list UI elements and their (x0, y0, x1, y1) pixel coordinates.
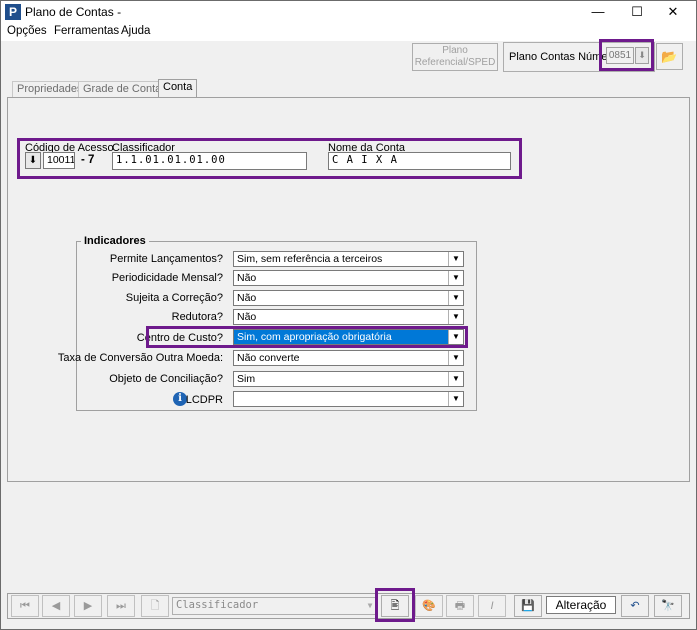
app-logo-icon: P (5, 4, 21, 20)
search-field-value: Classificador (176, 599, 259, 611)
previous-record-button[interactable]: ◀ (42, 595, 70, 617)
sujeita-correcao-select[interactable]: Não ▼ (233, 290, 464, 306)
lcdpr-label: LCDPR (185, 394, 223, 406)
print-button[interactable]: 🖶 (446, 595, 474, 617)
plano-referencial-label-1: Plano (442, 45, 468, 56)
permite-lancamentos-label: Permite Lançamentos? (109, 253, 223, 265)
status-field: Alteração (546, 596, 616, 614)
dropdown-arrow-icon: ▼ (448, 271, 463, 285)
first-icon: ⏮ (20, 600, 30, 612)
sujeita-correcao-label: Sujeita a Correção? (125, 292, 223, 304)
highlight-centro-custo (146, 326, 468, 348)
next-record-button[interactable]: ▶ (74, 595, 102, 617)
dropdown-arrow-icon: ▼ (448, 310, 463, 324)
objeto-conciliacao-value: Sim (237, 373, 256, 385)
undo-icon: ↶ (630, 600, 640, 612)
highlight-account-fields (17, 138, 522, 179)
redutora-label: Redutora? (171, 311, 223, 323)
menu-ajuda[interactable]: Ajuda (121, 25, 150, 37)
first-record-button[interactable]: ⏮ (11, 595, 39, 617)
title-bar: P Plano de Contas - — ☐ ✕ (1, 1, 696, 23)
periodicidade-mensal-label: Periodicidade Mensal? (111, 272, 223, 284)
redutora-value: Não (237, 311, 257, 323)
taxa-conversao-select[interactable]: Não converte ▼ (233, 350, 464, 366)
document-icon: 🗋 (150, 600, 160, 612)
save-button[interactable]: 💾 (514, 595, 542, 617)
tab-propriedades[interactable]: Propriedades (12, 81, 88, 97)
taxa-conversao-label: Taxa de Conversão Outra Moeda: (57, 352, 223, 364)
close-button[interactable]: ✕ (650, 1, 696, 23)
dropdown-arrow-icon: ▼ (448, 351, 463, 365)
permite-lancamentos-select[interactable]: Sim, sem referência a terceiros ▼ (233, 251, 464, 267)
lcdpr-select[interactable]: ▼ (233, 391, 464, 407)
folder-open-icon: 📂 (661, 49, 678, 64)
find-button[interactable]: 🔭 (654, 595, 682, 617)
objeto-conciliacao-select[interactable]: Sim ▼ (233, 371, 464, 387)
save-icon: 💾 (521, 600, 535, 612)
highlight-plano-number (599, 39, 654, 71)
periodicidade-mensal-value: Não (237, 272, 257, 284)
menu-ferramentas[interactable]: Ferramentas (54, 25, 119, 37)
menu-opcoes[interactable]: Opções (7, 25, 47, 37)
previous-icon: ◀ (51, 600, 61, 612)
search-field-combo[interactable]: Classificador ▼ (172, 597, 378, 615)
window-title: Plano de Contas - (25, 5, 122, 19)
binoculars-icon: 🔭 (661, 600, 675, 612)
new-document-button[interactable]: 🗋 (141, 595, 169, 617)
next-icon: ▶ (83, 600, 93, 612)
dropdown-arrow-icon: ▼ (448, 291, 463, 305)
plano-referencial-button[interactable]: Plano Referencial/SPED (412, 43, 498, 71)
last-record-button[interactable]: ⏭ (107, 595, 135, 617)
open-folder-button[interactable]: 📂 (656, 43, 683, 70)
plano-referencial-label-2: Referencial/SPED (414, 57, 496, 68)
italic-button[interactable]: I (478, 595, 506, 617)
printer-icon: 🖶 (454, 600, 466, 612)
palette-button[interactable]: 🎨 (415, 595, 443, 617)
sujeita-correcao-value: Não (237, 292, 257, 304)
palette-icon: 🎨 (422, 600, 436, 612)
undo-button[interactable]: ↶ (621, 595, 649, 617)
dropdown-arrow-icon: ▼ (448, 372, 463, 386)
redutora-select[interactable]: Não ▼ (233, 309, 464, 325)
indicadores-title: Indicadores (81, 235, 149, 247)
menu-bar: Opções Ferramentas Ajuda (1, 23, 696, 41)
periodicidade-mensal-select[interactable]: Não ▼ (233, 270, 464, 286)
dropdown-arrow-icon: ▼ (448, 252, 463, 266)
dropdown-arrow-icon: ▼ (448, 392, 463, 406)
last-icon: ⏭ (116, 600, 126, 612)
taxa-conversao-value: Não converte (237, 352, 300, 364)
highlight-edit-document (375, 588, 415, 622)
italic-icon: I (490, 600, 494, 612)
objeto-conciliacao-label: Objeto de Conciliação? (109, 373, 223, 385)
permite-lancamentos-value: Sim, sem referência a terceiros (237, 253, 383, 265)
main-window: P Plano de Contas - — ☐ ✕ Opções Ferrame… (0, 0, 697, 630)
tab-conta[interactable]: Conta (158, 79, 198, 98)
